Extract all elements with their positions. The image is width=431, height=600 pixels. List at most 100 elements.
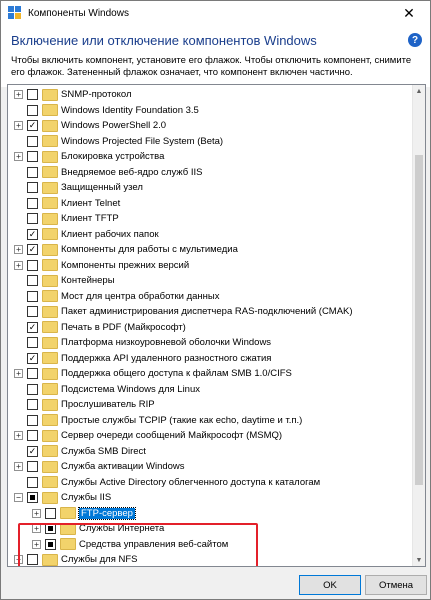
feature-row[interactable]: + Компоненты прежних версий	[8, 258, 412, 274]
folder-icon	[42, 383, 58, 396]
folder-icon	[42, 104, 58, 117]
folder-icon	[42, 88, 58, 101]
scroll-thumb[interactable]	[415, 155, 423, 485]
feature-row[interactable]: + Поддержка общего доступа к файлам SMB 1…	[8, 366, 412, 382]
feature-checkbox[interactable]	[27, 135, 38, 147]
feature-checkbox[interactable]	[27, 104, 38, 116]
folder-icon	[42, 429, 58, 442]
feature-row[interactable]: Платформа низкоуровневой оболочки Window…	[8, 335, 412, 351]
feature-checkbox[interactable]	[45, 507, 56, 519]
feature-checkbox[interactable]	[27, 259, 38, 271]
feature-label: Пакет администрирования диспетчера RAS-п…	[61, 306, 353, 318]
feature-row[interactable]: Прослушиватель RIP	[8, 397, 412, 413]
ok-button[interactable]: OK	[299, 575, 361, 595]
collapse-icon[interactable]: −	[14, 493, 23, 503]
feature-row[interactable]: + Служба активации Windows	[8, 459, 412, 475]
feature-row[interactable]: Простые службы TCPIP (такие как echo, da…	[8, 413, 412, 429]
feature-checkbox[interactable]: ✓	[27, 120, 38, 132]
feature-checkbox[interactable]	[27, 461, 38, 473]
feature-row[interactable]: + Сервер очереди сообщений Майкрософт (MS…	[8, 428, 412, 444]
expand-icon[interactable]: +	[14, 369, 23, 379]
feature-row[interactable]: Мост для центра обработки данных	[8, 289, 412, 305]
folder-icon	[42, 243, 58, 256]
folder-icon	[60, 538, 76, 551]
scroll-down-icon[interactable]: ▼	[413, 554, 425, 566]
feature-checkbox[interactable]	[27, 213, 38, 225]
feature-label: Клиент Telnet	[61, 197, 121, 209]
feature-row[interactable]: + ✓ Компоненты для работы с мультимедиа	[8, 242, 412, 258]
scroll-up-icon[interactable]: ▲	[413, 85, 425, 97]
feature-checkbox[interactable]	[27, 197, 38, 209]
feature-checkbox[interactable]	[27, 151, 38, 163]
expand-icon[interactable]: +	[14, 245, 23, 255]
feature-checkbox[interactable]	[27, 290, 38, 302]
folder-icon	[42, 166, 58, 179]
feature-checkbox[interactable]	[27, 492, 38, 504]
feature-row[interactable]: Внедряемое веб-ядро служб IIS	[8, 165, 412, 181]
dialog-footer: OK Отмена	[1, 567, 430, 599]
feature-label: Службы Интернета	[79, 523, 165, 535]
feature-row[interactable]: ✓ Служба SMB Direct	[8, 444, 412, 460]
feature-checkbox[interactable]: ✓	[27, 352, 38, 364]
feature-checkbox[interactable]	[27, 89, 38, 101]
expand-icon[interactable]: +	[32, 508, 41, 518]
feature-row[interactable]: ✓ Печать в PDF (Майкрософт)	[8, 320, 412, 336]
expand-icon[interactable]: +	[32, 539, 41, 549]
feature-row[interactable]: + FTP-сервер	[8, 506, 412, 522]
feature-row[interactable]: Windows Identity Foundation 3.5	[8, 103, 412, 119]
feature-row[interactable]: Защищенный узел	[8, 180, 412, 196]
feature-checkbox[interactable]: ✓	[27, 228, 38, 240]
feature-row[interactable]: ✓ Поддержка API удаленного разностного сж…	[8, 351, 412, 367]
feature-row[interactable]: Подсистема Windows для Linux	[8, 382, 412, 398]
feature-checkbox[interactable]	[27, 399, 38, 411]
feature-checkbox[interactable]	[27, 383, 38, 395]
feature-row[interactable]: − Службы IIS	[8, 490, 412, 506]
feature-checkbox[interactable]	[27, 275, 38, 287]
feature-row[interactable]: + Службы для NFS	[8, 552, 412, 566]
feature-checkbox[interactable]	[27, 368, 38, 380]
feature-checkbox[interactable]: ✓	[27, 244, 38, 256]
feature-checkbox[interactable]	[27, 414, 38, 426]
feature-checkbox[interactable]	[27, 166, 38, 178]
close-icon[interactable]: ✕	[388, 1, 430, 25]
vertical-scrollbar[interactable]: ▲ ▼	[412, 85, 425, 566]
feature-checkbox[interactable]	[45, 523, 56, 535]
feature-row[interactable]: + Средства управления веб-сайтом	[8, 537, 412, 553]
feature-row[interactable]: + ✓ Windows PowerShell 2.0	[8, 118, 412, 134]
expand-icon[interactable]: +	[14, 431, 23, 441]
cancel-button[interactable]: Отмена	[365, 575, 427, 595]
feature-row[interactable]: Контейнеры	[8, 273, 412, 289]
feature-checkbox[interactable]	[27, 182, 38, 194]
feature-row[interactable]: + Службы Интернета	[8, 521, 412, 537]
feature-row[interactable]: Пакет администрирования диспетчера RAS-п…	[8, 304, 412, 320]
folder-icon	[42, 321, 58, 334]
feature-checkbox[interactable]	[27, 306, 38, 318]
feature-row[interactable]: Клиент Telnet	[8, 196, 412, 212]
expand-icon[interactable]: +	[32, 524, 41, 534]
feature-row[interactable]: Клиент TFTP	[8, 211, 412, 227]
expand-icon[interactable]: +	[14, 462, 23, 472]
feature-label: Служба SMB Direct	[61, 445, 146, 457]
feature-checkbox[interactable]	[27, 554, 38, 566]
feature-row[interactable]: + Блокировка устройства	[8, 149, 412, 165]
features-tree: + SNMP-протокол Windows Identity Foundatio…	[7, 84, 426, 567]
folder-icon	[42, 150, 58, 163]
help-icon[interactable]: ?	[408, 33, 422, 47]
expand-icon[interactable]: +	[14, 121, 23, 131]
expand-icon[interactable]: +	[14, 152, 23, 162]
folder-icon	[42, 135, 58, 148]
expand-icon[interactable]: +	[14, 260, 23, 270]
expand-icon[interactable]: +	[14, 90, 23, 100]
expand-icon[interactable]: +	[14, 555, 23, 565]
feature-checkbox[interactable]	[27, 337, 38, 349]
feature-checkbox[interactable]	[45, 538, 56, 550]
feature-checkbox[interactable]	[27, 476, 38, 488]
feature-checkbox[interactable]	[27, 430, 38, 442]
feature-checkbox[interactable]: ✓	[27, 445, 38, 457]
feature-checkbox[interactable]: ✓	[27, 321, 38, 333]
feature-row[interactable]: + SNMP-протокол	[8, 87, 412, 103]
feature-row[interactable]: Службы Active Directory облегченного дос…	[8, 475, 412, 491]
feature-row[interactable]: Windows Projected File System (Beta)	[8, 134, 412, 150]
feature-row[interactable]: ✓ Клиент рабочих папок	[8, 227, 412, 243]
feature-label: Служба активации Windows	[61, 461, 185, 473]
